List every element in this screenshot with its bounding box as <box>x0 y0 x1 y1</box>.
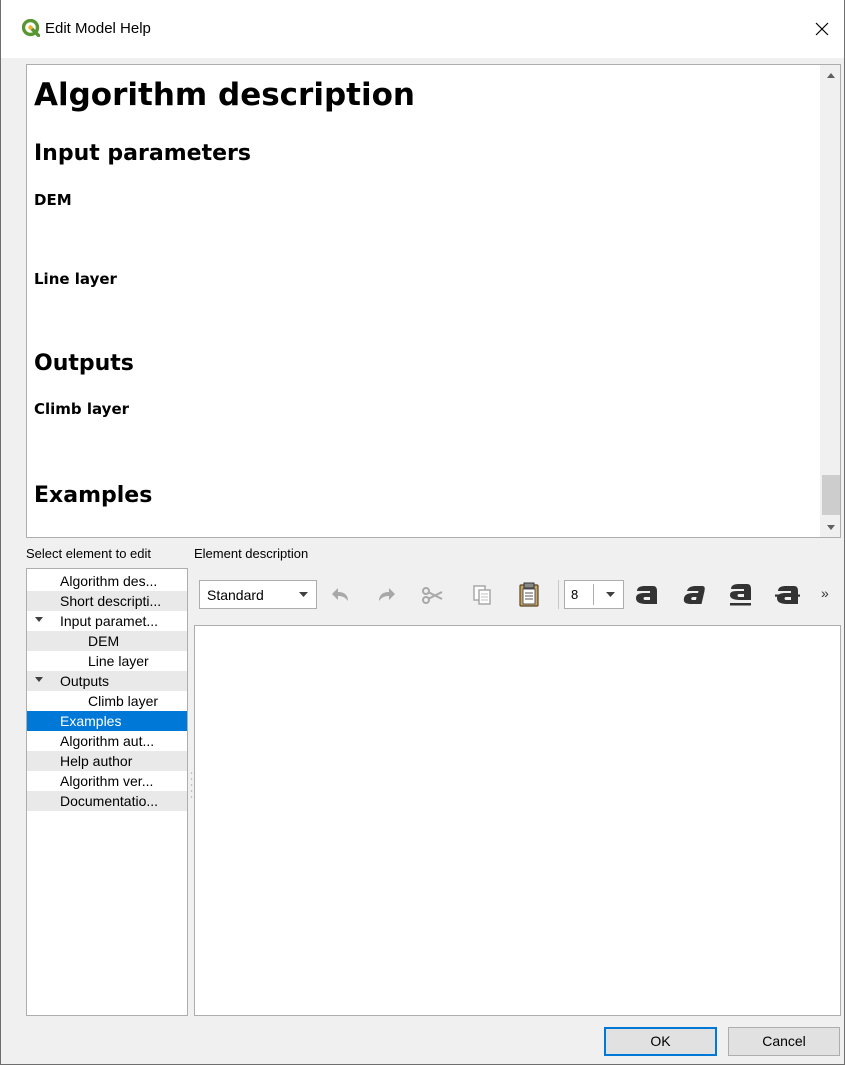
copy-icon[interactable] <box>469 582 495 608</box>
scroll-up-icon <box>827 72 835 78</box>
qgis-logo-icon <box>22 19 40 37</box>
ok-button[interactable]: OK <box>604 1027 717 1056</box>
cut-icon[interactable] <box>420 582 446 608</box>
tree-item-examples[interactable]: Examples <box>27 711 187 731</box>
close-icon <box>815 22 829 36</box>
help-preview-pane[interactable]: Algorithm description Input parameters D… <box>26 64 841 538</box>
preview-outputs-heading: Outputs <box>34 351 134 376</box>
splitter-handle[interactable] <box>190 770 193 800</box>
paste-icon[interactable] <box>516 582 542 608</box>
bold-icon[interactable] <box>633 582 659 608</box>
italic-icon[interactable] <box>680 582 706 608</box>
preview-input-params-heading: Input parameters <box>34 141 251 166</box>
paragraph-style-select[interactable]: Standard <box>199 580 317 609</box>
tree-item-label: Outputs <box>60 673 110 689</box>
scrollbar-thumb[interactable] <box>822 475 840 515</box>
tree-item-outputs[interactable]: Outputs <box>27 671 187 691</box>
toolbar-overflow-button[interactable]: » <box>821 585 829 601</box>
underline-icon[interactable] <box>727 582 753 608</box>
tree-item-algorithm-description[interactable]: Algorithm des... <box>27 571 187 591</box>
tree-item-label: Documentatio... <box>60 793 159 809</box>
select-element-label: Select element to edit <box>26 546 152 561</box>
tree-item-label: Algorithm aut... <box>60 733 155 749</box>
tree-item-label: Algorithm ver... <box>60 773 154 789</box>
tree-item-label: Line layer <box>88 653 149 669</box>
preview-output-climb-layer: Climb layer <box>34 400 130 418</box>
preview-title: Algorithm description <box>34 77 415 113</box>
tree-item-label: Help author <box>60 753 133 769</box>
tree-item-short-description[interactable]: Short descripti... <box>27 591 187 611</box>
tree-item-input-parameters[interactable]: Input paramet... <box>27 611 187 631</box>
toolbar-separator <box>558 580 559 609</box>
close-button[interactable] <box>800 0 844 58</box>
font-size-value: 8 <box>571 587 579 602</box>
title-bar: Edit Model Help <box>1 0 844 58</box>
strikethrough-icon[interactable] <box>774 582 800 608</box>
scroll-up-button[interactable] <box>821 65 840 85</box>
tree-item-algorithm-version[interactable]: Algorithm ver... <box>27 771 187 791</box>
scroll-down-button[interactable] <box>821 517 840 537</box>
expand-arrow-icon[interactable] <box>35 677 43 683</box>
tree-item-label: DEM <box>88 633 120 649</box>
tree-item-label: Climb layer <box>88 693 159 709</box>
tree-item-label: Input paramet... <box>60 613 159 629</box>
preview-param-dem: DEM <box>34 191 72 209</box>
tree-item-help-author[interactable]: Help author <box>27 751 187 771</box>
undo-icon[interactable] <box>328 582 354 608</box>
cancel-button[interactable]: Cancel <box>728 1027 840 1056</box>
preview-scrollbar[interactable] <box>820 65 840 537</box>
chevron-down-icon <box>299 592 308 597</box>
window-title: Edit Model Help <box>45 20 151 37</box>
tree-item-climb-layer[interactable]: Climb layer <box>27 691 187 711</box>
expand-arrow-icon[interactable] <box>35 617 43 623</box>
font-size-divider <box>593 584 594 605</box>
edit-model-help-dialog: Edit Model Help Algorithm description In… <box>0 0 845 1065</box>
tree-item-label: Short descripti... <box>60 593 162 609</box>
tree-item-dem[interactable]: DEM <box>27 631 187 651</box>
tree-item-label: Algorithm des... <box>60 573 158 589</box>
tree-item-algorithm-author[interactable]: Algorithm aut... <box>27 731 187 751</box>
preview-param-line-layer: Line layer <box>34 270 117 288</box>
element-description-label: Element description <box>194 546 309 561</box>
scroll-down-icon <box>827 524 835 530</box>
chevron-down-icon <box>606 592 615 597</box>
redo-icon[interactable] <box>373 582 399 608</box>
tree-item-documentation[interactable]: Documentatio... <box>27 791 187 811</box>
tree-item-line-layer[interactable]: Line layer <box>27 651 187 671</box>
element-tree[interactable]: Algorithm des... Short descripti... Inpu… <box>26 568 188 1016</box>
tree-item-label: Examples <box>60 713 122 729</box>
element-description-editor[interactable] <box>194 625 841 1016</box>
preview-examples-heading: Examples <box>34 483 153 508</box>
paragraph-style-value: Standard <box>207 587 264 603</box>
font-size-select[interactable]: 8 <box>564 580 624 609</box>
